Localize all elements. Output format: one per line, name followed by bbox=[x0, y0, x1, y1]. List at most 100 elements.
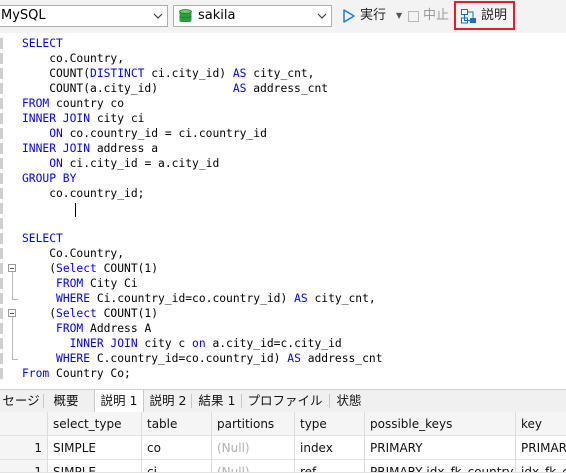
tab-4[interactable]: 説明 2 bbox=[146, 390, 190, 412]
line-number-mark bbox=[0, 83, 3, 94]
table-cell[interactable]: index bbox=[295, 436, 365, 460]
sql-keyword: SELECT bbox=[22, 232, 63, 245]
table-cell[interactable]: 1 bbox=[0, 436, 48, 460]
code-line: Co.Country, bbox=[22, 246, 124, 261]
database-label: sakila bbox=[198, 8, 236, 23]
sql-text: ( bbox=[22, 262, 57, 275]
code-line: co.Country, bbox=[22, 51, 124, 66]
sql-editor[interactable]: SELECT co.Country, COUNT(DISTINCT ci.cit… bbox=[0, 33, 566, 383]
table-cell[interactable]: SIMPLE bbox=[48, 460, 142, 473]
fold-guide-end bbox=[12, 299, 18, 300]
sql-text: C.country_id=co.country_id) bbox=[90, 352, 288, 365]
sql-keyword: FROM bbox=[56, 277, 84, 290]
code-line: co.country_id; bbox=[22, 186, 144, 201]
line-number-mark bbox=[0, 173, 3, 184]
sql-keyword: FROM bbox=[22, 97, 50, 110]
line-number-mark bbox=[0, 98, 3, 109]
code-line: FROM City Ci bbox=[22, 276, 138, 291]
table-cell[interactable]: ref bbox=[295, 460, 365, 473]
tab-separator bbox=[43, 394, 44, 408]
explain-button[interactable]: 説明 bbox=[454, 1, 515, 30]
fold-toggle-icon[interactable] bbox=[8, 309, 16, 317]
fold-guide-end bbox=[12, 359, 18, 360]
sql-keyword: INNER JOIN bbox=[22, 112, 91, 125]
stop-icon bbox=[408, 11, 419, 22]
tab-2[interactable]: 概要 bbox=[46, 390, 86, 412]
sql-keyword: INNER JOIN bbox=[69, 337, 138, 350]
tab-5[interactable]: 結果 1 bbox=[194, 390, 240, 412]
table-cell[interactable]: idx_fk_co bbox=[516, 460, 566, 473]
sql-keyword: AS bbox=[294, 292, 308, 305]
table-cell[interactable]: co bbox=[142, 436, 212, 460]
tab-3[interactable]: 説明 1 bbox=[94, 390, 144, 413]
connection-select[interactable]: MySQL bbox=[0, 5, 168, 27]
sql-text: city_cnt, bbox=[307, 292, 376, 305]
column-header[interactable] bbox=[0, 412, 48, 436]
sql-text: address_cnt bbox=[246, 82, 329, 95]
line-number-mark bbox=[0, 218, 3, 229]
sql-keyword: AS bbox=[287, 352, 301, 365]
sql-keyword: ON bbox=[49, 157, 63, 170]
table-cell[interactable]: PRIMARY,idx_fk_country_id bbox=[365, 460, 516, 473]
column-header[interactable]: type bbox=[295, 412, 365, 436]
table-cell[interactable]: (Null) bbox=[212, 460, 295, 473]
table-cell[interactable]: (Null) bbox=[212, 436, 295, 460]
line-number-mark bbox=[0, 278, 3, 289]
caret-down-icon[interactable]: ▼ bbox=[396, 5, 402, 27]
tab-1[interactable]: セージ bbox=[0, 390, 42, 412]
sql-keyword: GROUP BY bbox=[22, 172, 77, 185]
sql-keyword: DISTINCT bbox=[90, 67, 145, 80]
sql-keyword: WHERE bbox=[56, 352, 91, 365]
fold-guide bbox=[12, 317, 13, 359]
tab-7[interactable]: 状態 bbox=[330, 390, 368, 412]
table-cell[interactable]: 1 bbox=[0, 460, 48, 473]
sql-keyword: FROM bbox=[56, 322, 84, 335]
code-line: (Select COUNT(1) bbox=[22, 261, 158, 276]
code-line: From Country Co; bbox=[22, 366, 131, 381]
line-number-mark bbox=[0, 113, 3, 124]
line-number-mark bbox=[0, 308, 3, 319]
table-cell[interactable]: SIMPLE bbox=[48, 436, 142, 460]
code-line: FROM country co bbox=[22, 96, 124, 111]
sql-text: country co bbox=[49, 97, 125, 110]
code-line: COUNT(DISTINCT ci.city_id) AS city_cnt, bbox=[22, 66, 314, 81]
column-header[interactable]: key bbox=[516, 412, 566, 436]
table-cell[interactable]: ci bbox=[142, 460, 212, 473]
fold-toggle-icon[interactable] bbox=[8, 264, 16, 272]
column-header[interactable]: select_type bbox=[48, 412, 142, 436]
sql-text: co.country_id = ci.country_id bbox=[62, 127, 267, 140]
sql-text: ci.city_id) bbox=[144, 67, 233, 80]
sql-keyword: From bbox=[22, 367, 50, 380]
code-line: ON co.country_id = ci.country_id bbox=[22, 126, 267, 141]
sql-text: Country Co; bbox=[49, 367, 131, 380]
chevron-down-icon bbox=[317, 13, 327, 19]
column-header[interactable]: table bbox=[142, 412, 212, 436]
table-cell[interactable]: PRIMARY bbox=[365, 436, 516, 460]
line-number-mark bbox=[0, 158, 3, 169]
tab-6[interactable]: プロファイル bbox=[242, 390, 328, 412]
explain-icon bbox=[461, 9, 476, 24]
toolbar: MySQL sakila 実行 ▼ 中止 説明 bbox=[0, 0, 566, 34]
line-number-mark bbox=[0, 128, 3, 139]
code-line: SELECT bbox=[22, 36, 63, 51]
sql-text: a.city_id=c.city_id bbox=[205, 337, 342, 350]
column-header[interactable]: possible_keys bbox=[365, 412, 516, 436]
table-cell[interactable]: PRIMARY bbox=[516, 436, 566, 460]
line-number-mark bbox=[0, 368, 3, 379]
sql-text: Co.Country, bbox=[22, 247, 125, 260]
line-number-mark bbox=[0, 53, 3, 64]
database-select[interactable]: sakila bbox=[173, 5, 332, 27]
column-header[interactable]: partitions bbox=[212, 412, 295, 436]
explain-result-grid[interactable]: select_type table partitions type possible_k… bbox=[0, 412, 566, 473]
sql-keyword: INNER JOIN bbox=[22, 142, 91, 155]
sql-text: City Ci bbox=[83, 277, 138, 290]
code-line: WHERE C.country_id=co.country_id) AS add… bbox=[22, 351, 383, 366]
sql-keyword: ON bbox=[49, 127, 63, 140]
code-line: INNER JOIN city c on a.city_id=c.city_id bbox=[22, 336, 342, 351]
sql-keyword: on bbox=[192, 337, 206, 350]
code-line: ON ci.city_id = a.city_id bbox=[22, 156, 219, 171]
sql-text: city ci bbox=[90, 112, 145, 125]
line-number-mark bbox=[0, 143, 3, 154]
line-number-mark bbox=[0, 233, 3, 244]
